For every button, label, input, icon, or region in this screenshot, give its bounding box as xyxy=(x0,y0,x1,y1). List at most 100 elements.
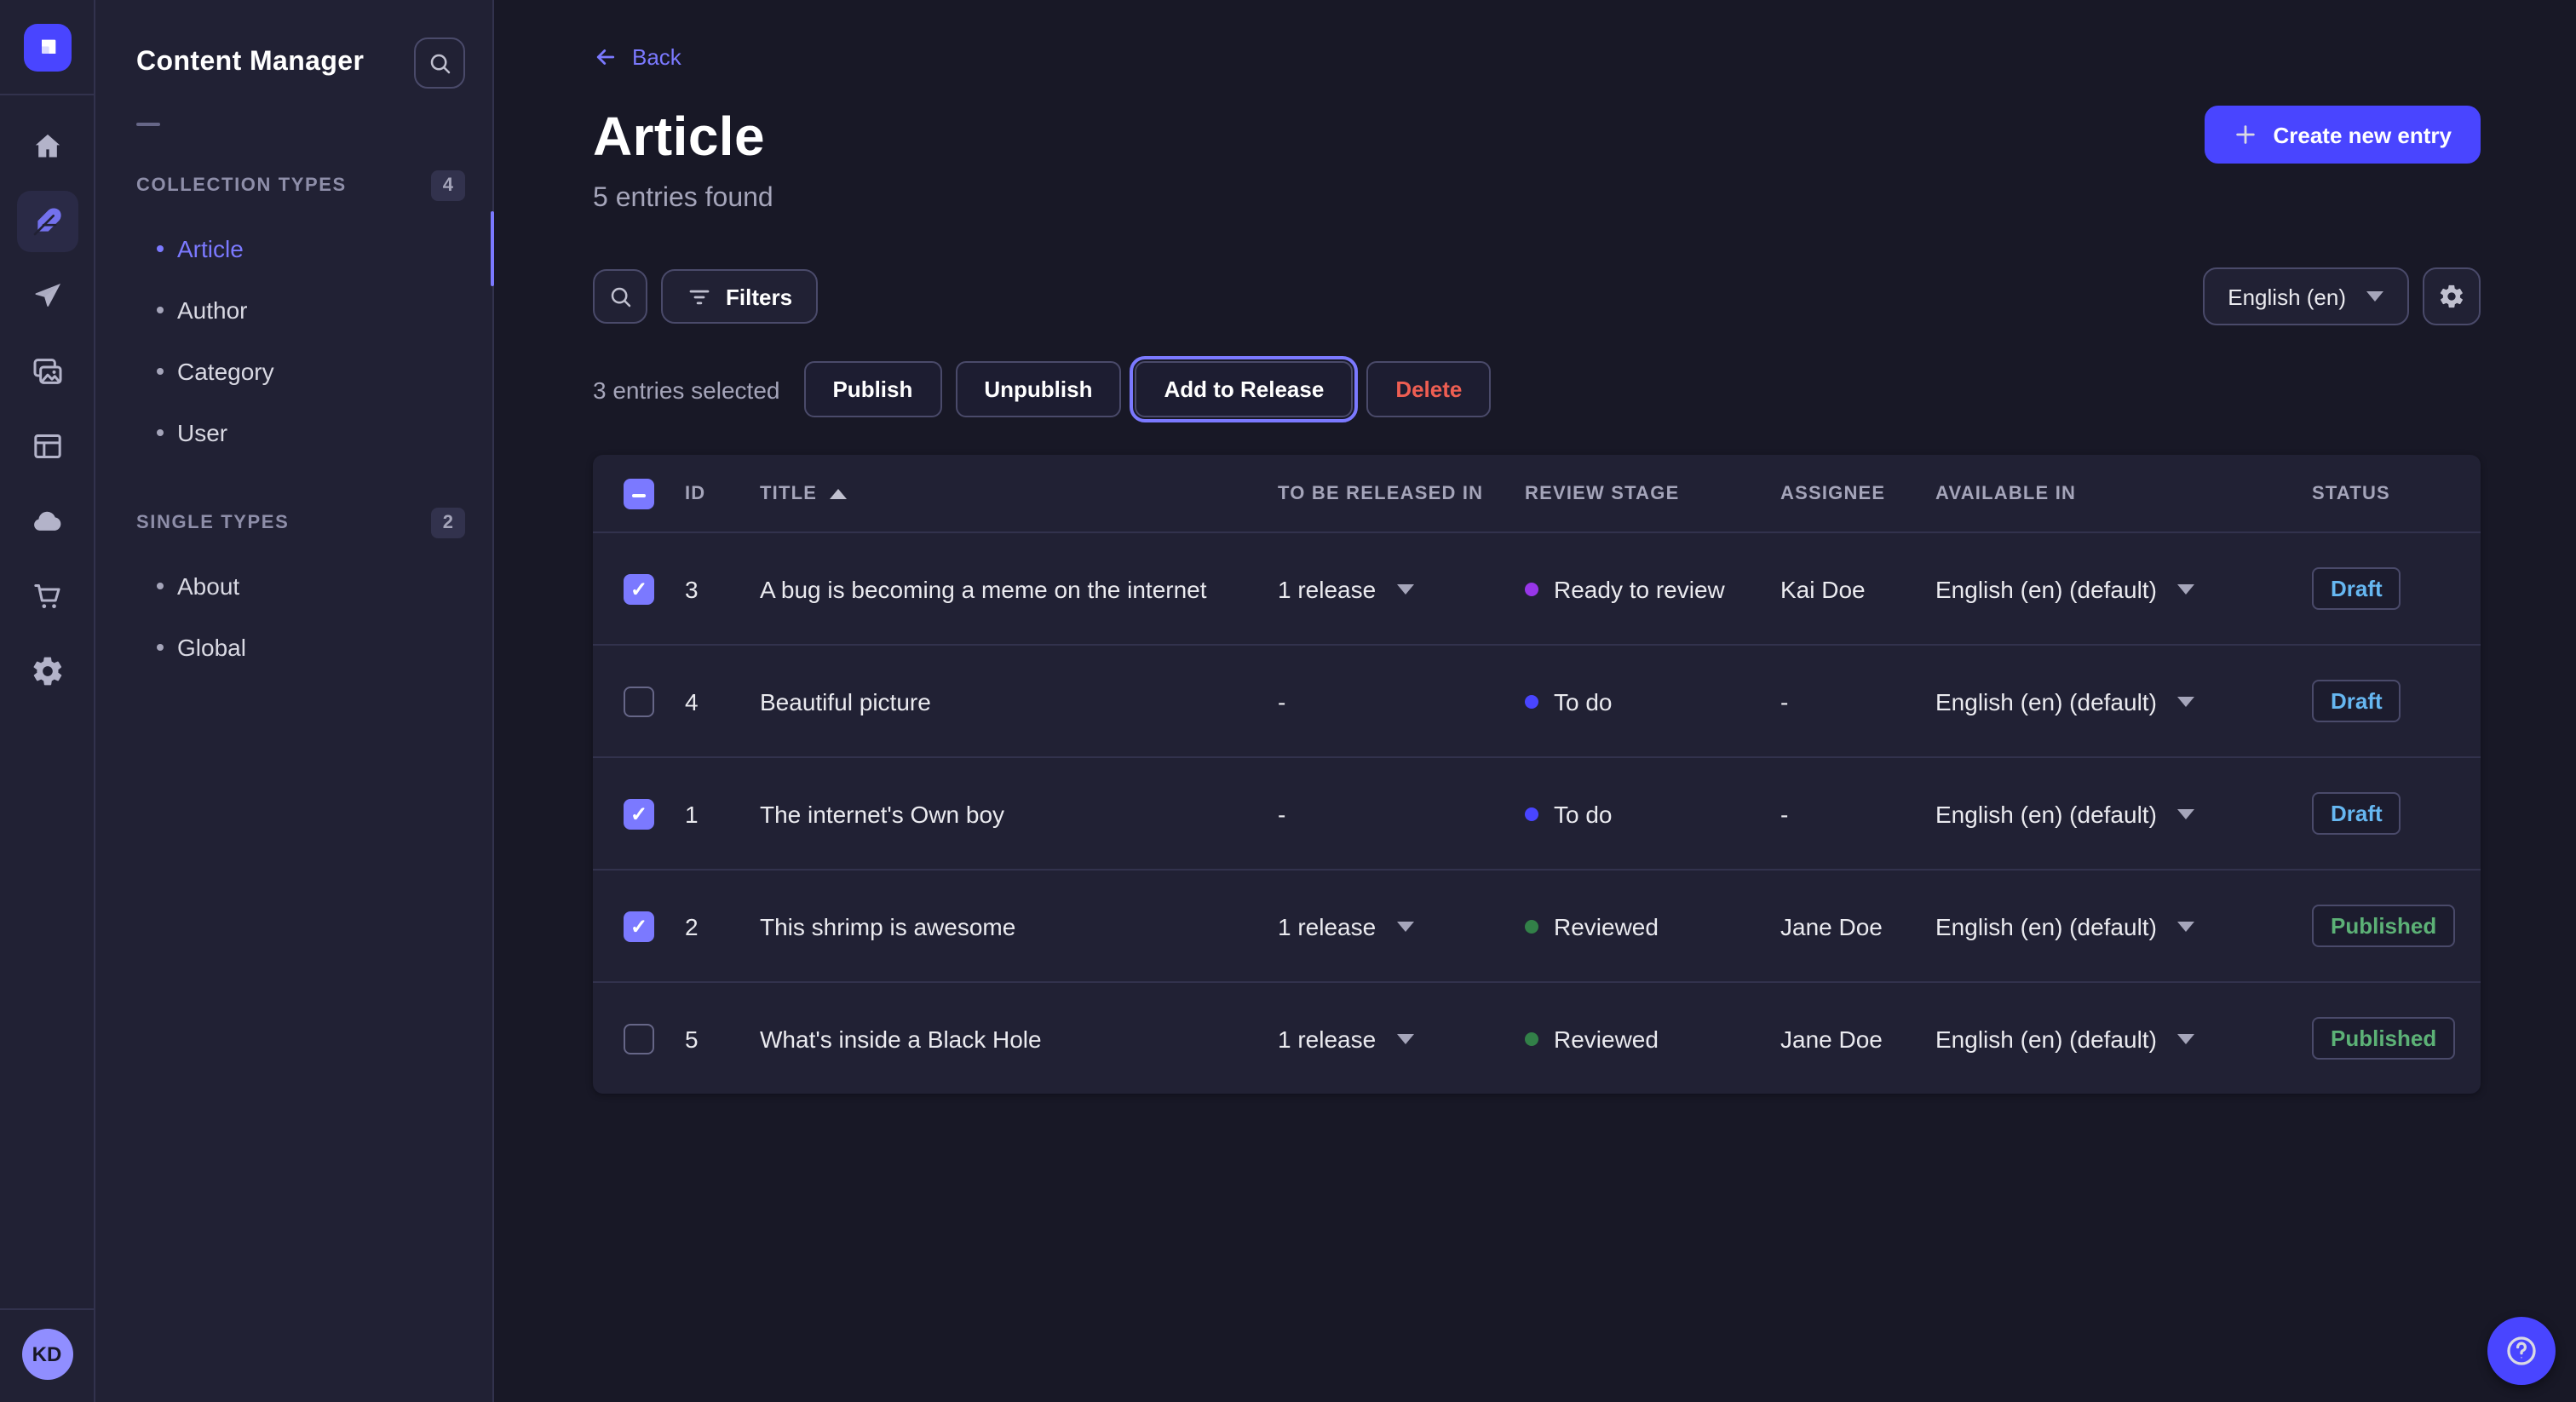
subnav-item-author[interactable]: Author xyxy=(95,279,492,341)
release-caret-icon[interactable] xyxy=(1396,583,1413,594)
nav-media-library-button[interactable] xyxy=(16,341,78,402)
cell-assignee: Jane Doe xyxy=(1780,912,1935,939)
column-header-status[interactable]: STATUS xyxy=(2312,483,2464,503)
column-header-review-stage[interactable]: REVIEW STAGE xyxy=(1525,483,1780,503)
chevron-down-icon xyxy=(2177,808,2194,819)
column-header-released[interactable]: TO BE RELEASED IN xyxy=(1278,483,1525,503)
sort-ascending-icon xyxy=(829,488,846,498)
cell-released-in[interactable]: - xyxy=(1278,800,1525,827)
layout-icon xyxy=(30,429,64,463)
table-row[interactable]: 3 A bug is becoming a meme on the intern… xyxy=(593,531,2481,644)
subnav-item-user[interactable]: User xyxy=(95,402,492,463)
row-checkbox[interactable] xyxy=(624,911,654,941)
question-mark-icon xyxy=(2503,1332,2540,1370)
delete-button[interactable]: Delete xyxy=(1366,361,1491,417)
cell-title: What's inside a Black Hole xyxy=(760,1025,1278,1052)
collection-types-header: COLLECTION TYPES 4 xyxy=(95,170,492,201)
cell-released-in[interactable]: 1 release xyxy=(1278,912,1525,939)
cell-available-in[interactable]: English (en) (default) xyxy=(1935,687,2312,715)
cell-available-in[interactable]: English (en) (default) xyxy=(1935,1025,2312,1052)
column-header-title[interactable]: TITLE xyxy=(760,483,1278,503)
cell-available-in[interactable]: English (en) (default) xyxy=(1935,575,2312,602)
chevron-down-icon xyxy=(2177,921,2194,931)
table-row[interactable]: 1 The internet's Own boy - To do - Engli… xyxy=(593,756,2481,869)
help-button[interactable] xyxy=(2487,1317,2556,1385)
release-caret-icon[interactable] xyxy=(1396,1033,1413,1043)
single-types-section: SINGLE TYPES 2 About Global xyxy=(95,508,492,678)
table-header-row: ID TITLE TO BE RELEASED IN REVIEW STAGE … xyxy=(593,455,2481,531)
subnav-item-category[interactable]: Category xyxy=(95,341,492,402)
add-to-release-button[interactable]: Add to Release xyxy=(1135,361,1353,417)
nav-content-type-builder-button[interactable] xyxy=(16,416,78,477)
column-header-id[interactable]: ID xyxy=(685,483,760,503)
select-all-checkbox[interactable] xyxy=(624,478,654,509)
rail-nav-items xyxy=(16,116,78,702)
locale-select[interactable]: English (en) xyxy=(2202,267,2409,325)
nav-settings-button[interactable] xyxy=(16,641,78,702)
subnav-item-global[interactable]: Global xyxy=(95,617,492,678)
arrow-left-icon xyxy=(593,44,618,70)
search-icon xyxy=(607,284,633,309)
entries-count-text: 5 entries found xyxy=(593,184,2481,215)
bullet-icon xyxy=(157,583,164,589)
row-checkbox[interactable] xyxy=(624,573,654,604)
release-caret-icon[interactable] xyxy=(1396,921,1413,931)
subnav-item-article[interactable]: Article xyxy=(95,218,492,279)
view-settings-button[interactable] xyxy=(2423,267,2481,325)
filters-label: Filters xyxy=(726,284,792,309)
column-header-assignee[interactable]: ASSIGNEE xyxy=(1780,483,1935,503)
chevron-down-icon xyxy=(2177,696,2194,706)
nav-home-button[interactable] xyxy=(16,116,78,177)
collection-types-items: Article Author Category User xyxy=(95,218,492,463)
nav-content-manager-button[interactable] xyxy=(16,191,78,252)
cell-released-in[interactable]: - xyxy=(1278,687,1525,715)
back-link[interactable]: Back xyxy=(593,44,681,70)
locale-value: English (en) xyxy=(2228,284,2346,309)
row-checkbox[interactable] xyxy=(624,1023,654,1054)
unpublish-button[interactable]: Unpublish xyxy=(955,361,1121,417)
rail-divider xyxy=(0,94,94,95)
column-header-available-in[interactable]: AVAILABLE IN xyxy=(1935,483,2312,503)
subnav-search-button[interactable] xyxy=(414,37,465,89)
user-avatar[interactable]: KD xyxy=(21,1329,72,1380)
strapi-logo[interactable] xyxy=(23,24,71,72)
nav-deploy-button[interactable] xyxy=(16,266,78,327)
subnav-item-label: Article xyxy=(177,235,244,262)
search-icon xyxy=(427,50,452,76)
rail-bottom-divider xyxy=(0,1308,94,1310)
row-checkbox[interactable] xyxy=(624,798,654,829)
nav-marketplace-button[interactable] xyxy=(16,566,78,627)
status-badge: Draft xyxy=(2312,567,2401,610)
create-new-entry-button[interactable]: Create new entry xyxy=(2205,106,2481,164)
home-icon xyxy=(30,129,64,164)
chevron-down-icon xyxy=(2366,291,2383,302)
cell-assignee: - xyxy=(1780,800,1935,827)
cell-assignee: - xyxy=(1780,687,1935,715)
row-checkbox[interactable] xyxy=(624,686,654,716)
cell-id: 4 xyxy=(685,687,760,715)
chevron-down-icon xyxy=(2177,1033,2194,1043)
nav-cloud-button[interactable] xyxy=(16,491,78,552)
cell-id: 1 xyxy=(685,800,760,827)
subnav-title: Content Manager xyxy=(136,48,364,78)
cell-released-in[interactable]: 1 release xyxy=(1278,1025,1525,1052)
cell-available-in[interactable]: English (en) (default) xyxy=(1935,912,2312,939)
gear-icon xyxy=(2438,283,2465,310)
table-row[interactable]: 2 This shrimp is awesome 1 release Revie… xyxy=(593,869,2481,981)
table-row[interactable]: 5 What's inside a Black Hole 1 release R… xyxy=(593,981,2481,1094)
actions-row: Filters English (en) xyxy=(593,267,2481,325)
cart-icon xyxy=(30,579,64,613)
subnav-item-about[interactable]: About xyxy=(95,555,492,617)
cell-review-stage: Reviewed xyxy=(1525,1025,1780,1052)
bullet-icon xyxy=(157,644,164,651)
left-actions: Filters xyxy=(593,269,818,324)
cell-released-in[interactable]: 1 release xyxy=(1278,575,1525,602)
cell-id: 3 xyxy=(685,575,760,602)
filters-button[interactable]: Filters xyxy=(661,269,818,324)
publish-button[interactable]: Publish xyxy=(803,361,941,417)
table-row[interactable]: 4 Beautiful picture - To do - English (e… xyxy=(593,644,2481,756)
search-entries-button[interactable] xyxy=(593,269,647,324)
single-types-count-badge: 2 xyxy=(431,508,465,538)
status-badge: Published xyxy=(2312,1017,2455,1060)
cell-available-in[interactable]: English (en) (default) xyxy=(1935,800,2312,827)
